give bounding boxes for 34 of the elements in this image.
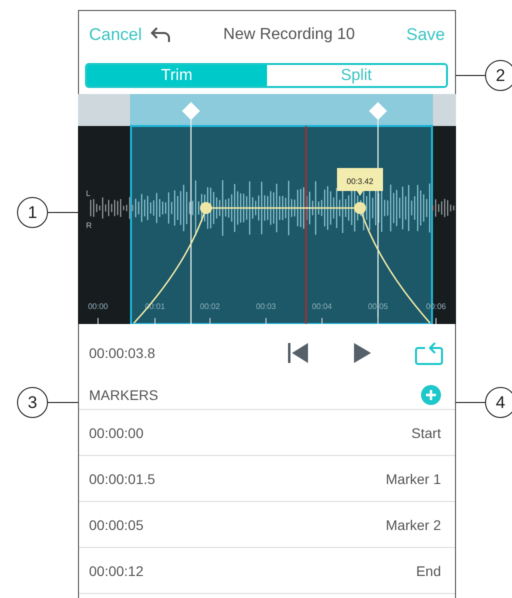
marker-row[interactable]: 00:00:05 Marker 2: [79, 502, 455, 548]
fade-handle: [354, 202, 366, 214]
tooltip-background: [337, 168, 383, 196]
callout-number: 2: [485, 60, 512, 91]
time-label: 00:02: [200, 302, 220, 311]
section-title: MARKERS: [89, 387, 158, 403]
marker-handle: [182, 102, 200, 120]
fade-handle: [200, 202, 212, 214]
marker-name: End: [416, 562, 441, 578]
current-time: 00:00:03.8: [89, 344, 156, 360]
marker-name: Marker 2: [386, 516, 441, 532]
callout-number: 1: [17, 197, 48, 228]
marker-row[interactable]: 00:00:00 Start: [79, 410, 455, 456]
marker-time: 00:00:05: [89, 516, 144, 532]
screen-title: New Recording 10: [223, 26, 355, 44]
channel-label: R: [86, 221, 92, 230]
marker-row[interactable]: 00:00:01.5 Marker 1: [79, 456, 455, 502]
marker-row[interactable]: 00:00:12 End: [79, 548, 455, 594]
callout-number: 4: [485, 387, 512, 418]
marker-name: Marker 1: [386, 470, 441, 486]
callout-number: 3: [17, 387, 48, 418]
marker-time: 00:00:12: [89, 562, 144, 578]
channel-label: L: [86, 189, 90, 198]
marker-time: 00:00:00: [89, 424, 144, 440]
skip-back-icon[interactable]: [287, 342, 309, 362]
time-label: 00:03: [256, 302, 276, 311]
undo-icon[interactable]: [150, 27, 172, 43]
marker-name: Start: [411, 424, 441, 440]
time-label: 00:00: [88, 302, 108, 311]
tooltip-text: 00:3.42: [346, 177, 374, 186]
time-label: 00:04: [312, 302, 332, 311]
marker-time: 00:00:01.5: [89, 470, 156, 486]
marker-handle: [369, 102, 387, 120]
play-icon[interactable]: [353, 342, 371, 362]
